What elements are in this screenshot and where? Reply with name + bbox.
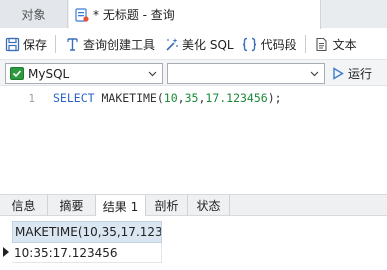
sql-punctuation: ( [156,91,164,105]
magic-wand-icon [163,36,179,52]
current-row-indicator-icon [3,247,9,257]
toolbar-separator [55,35,57,53]
tab-profile[interactable]: 剖析 [146,195,188,216]
query-icon [75,7,89,22]
beautify-sql-button[interactable]: 美化 SQL [159,32,238,56]
tab-result-1[interactable]: 结果 1 [96,195,146,217]
tab-query-label: * 无标题 - 查询 [93,8,175,22]
sql-number: 10 [163,91,178,105]
save-button[interactable]: 保存 [0,32,51,56]
tab-info-label: 信息 [11,199,36,213]
query-builder-label: 查询创建工具 [83,37,156,52]
sql-editor[interactable]: 1 SELECT MAKETIME(10,35,17.123456); [0,87,387,190]
run-button[interactable]: 运行 [332,63,372,84]
tab-summary-label: 摘要 [59,199,84,213]
result-grid: MAKETIME(10,35,17.1234 10:35:17.123456 [0,216,387,270]
database-select[interactable] [167,63,325,84]
result-tabs: 信息 摘要 结果 1 剖析 状态 [0,194,387,217]
toolbar: 保存 查询创建工具 美化 SQL 代码段 文本 [0,29,387,60]
sql-punctuation: ); [267,91,282,105]
tab-summary[interactable]: 摘要 [48,195,96,216]
beautify-sql-label: 美化 SQL [182,37,234,52]
chevron-down-icon [309,68,320,79]
column-header[interactable]: MAKETIME(10,35,17.1234 [12,221,162,243]
text-button[interactable]: 文本 [310,32,361,56]
sql-punctuation: , [177,91,185,105]
tab-status[interactable]: 状态 [188,195,230,216]
sql-code-line[interactable]: SELECT MAKETIME(10,35,17.123456); [53,91,282,105]
query-builder-icon [64,36,80,52]
text-document-icon [314,36,330,52]
code-snippet-icon [242,36,258,52]
tab-objects[interactable]: 对象 [0,0,68,28]
query-builder-button[interactable]: 查询创建工具 [60,32,159,56]
sql-number: 17.123456 [205,91,268,105]
text-label: 文本 [332,37,357,52]
tab-objects-label: 对象 [21,7,46,22]
run-icon [332,67,344,80]
connection-icon [10,67,24,80]
run-label: 运行 [348,67,373,81]
code-snippet-button[interactable]: 代码段 [238,32,301,56]
connection-bar: MySQL 运行 [0,60,387,86]
connection-select-value: MySQL [28,66,70,81]
save-label: 保存 [23,37,48,52]
line-number: 1 [28,92,35,105]
tab-query[interactable]: * 无标题 - 查询 [69,0,321,29]
tab-bar-empty [322,0,387,28]
toolbar-separator [304,35,306,53]
chevron-down-icon [147,68,158,79]
sql-keyword: SELECT [53,91,102,105]
tab-profile-label: 剖析 [154,199,179,213]
tab-info[interactable]: 信息 [0,195,48,216]
sql-function: MAKETIME [101,91,157,105]
tab-status-label: 状态 [196,199,221,213]
code-snippet-label: 代码段 [260,37,297,52]
line-gutter: 1 [0,87,38,190]
save-icon [4,36,20,52]
tab-result-1-label: 结果 1 [102,199,139,214]
connection-select[interactable]: MySQL [5,63,163,84]
tab-bar: 对象 * 无标题 - 查询 [0,0,387,29]
result-cell[interactable]: 10:35:17.123456 [12,243,162,263]
sql-number: 35 [184,91,199,105]
